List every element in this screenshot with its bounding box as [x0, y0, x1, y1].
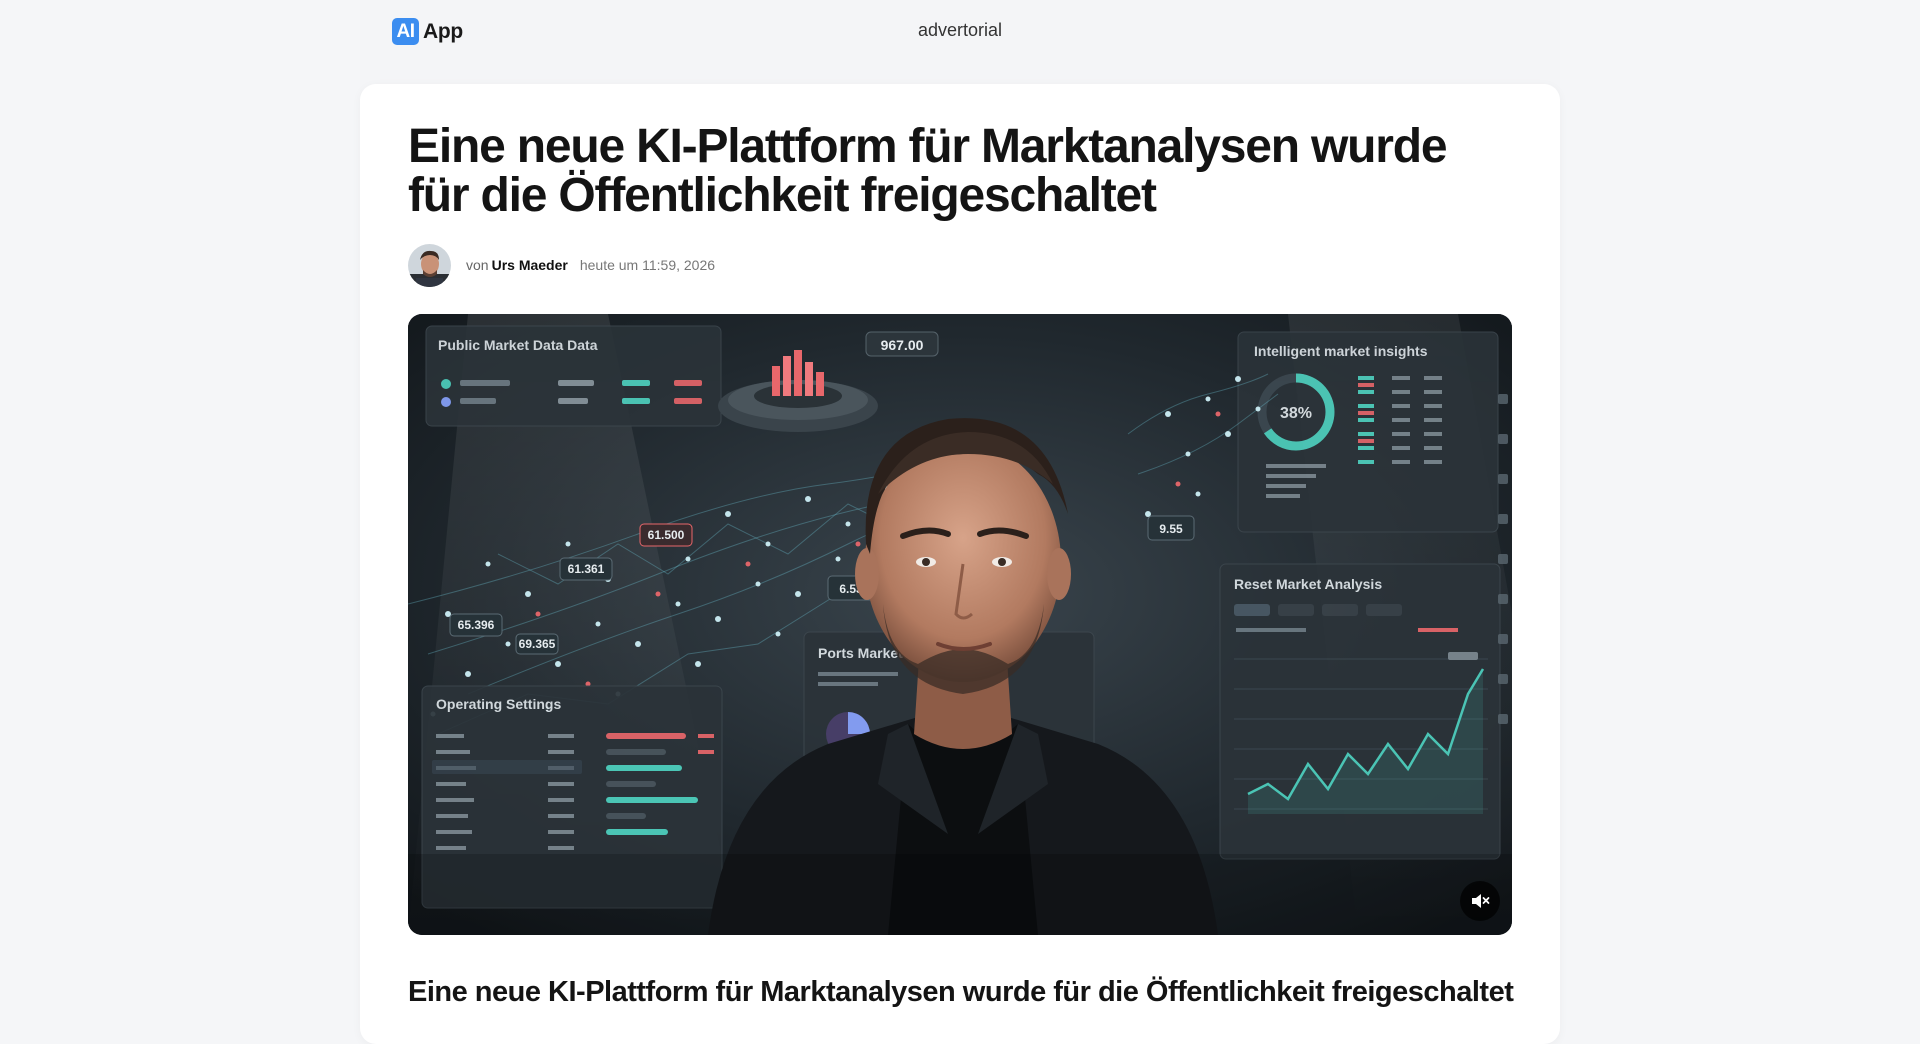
- advertorial-label: advertorial: [917, 20, 1003, 40]
- site-logo[interactable]: AI App: [392, 18, 463, 45]
- panel-top-right: Intelligent market insights 38%: [1237, 331, 1499, 533]
- article-subheadline: Eine neue KI-Plattform für Marktanalysen…: [408, 976, 1514, 1008]
- panel-top-center-value: 967.00: [881, 337, 924, 353]
- publish-date: heute um 11:59, 2026: [579, 257, 716, 273]
- tag-2: 61.361: [568, 562, 605, 576]
- donut-percent: 38%: [1280, 405, 1312, 422]
- tag-6: 9.55: [1159, 522, 1183, 536]
- panel-bottom-left-title: Operating Settings: [436, 696, 561, 712]
- panel-top-right-title: Intelligent market insights: [1254, 343, 1428, 359]
- speaker-muted-icon: [1472, 894, 1490, 908]
- logo-text: App: [423, 19, 463, 43]
- byline-prefix: von: [466, 257, 489, 273]
- panel-bottom-right: Reset Market Analysis: [1219, 563, 1501, 860]
- mute-toggle-button[interactable]: [1460, 881, 1500, 921]
- tag-4: 69.365: [519, 637, 556, 651]
- logo-badge: AI: [392, 18, 419, 45]
- article-headline: Eine neue KI-Plattform für Marktanalysen…: [408, 120, 1448, 222]
- video-player[interactable]: Public Market Data Data 967.00 Intellige…: [408, 314, 1512, 935]
- author-name[interactable]: Urs Maeder: [492, 257, 568, 273]
- video-frame: Public Market Data Data 967.00 Intellige…: [408, 314, 1512, 935]
- tag-3: 65.396: [458, 618, 495, 632]
- tag-1: 61.500: [648, 528, 685, 542]
- panel-top-left-title: Public Market Data Data: [438, 337, 598, 353]
- panel-top-left: Public Market Data Data: [425, 325, 722, 427]
- author-avatar[interactable]: [408, 243, 451, 287]
- panel-bottom-right-title: Reset Market Analysis: [1234, 576, 1382, 592]
- byline: von Urs Maeder heute um 11:59, 2026: [408, 243, 715, 287]
- panel-bottom-center-title: Ports Market: [818, 645, 903, 661]
